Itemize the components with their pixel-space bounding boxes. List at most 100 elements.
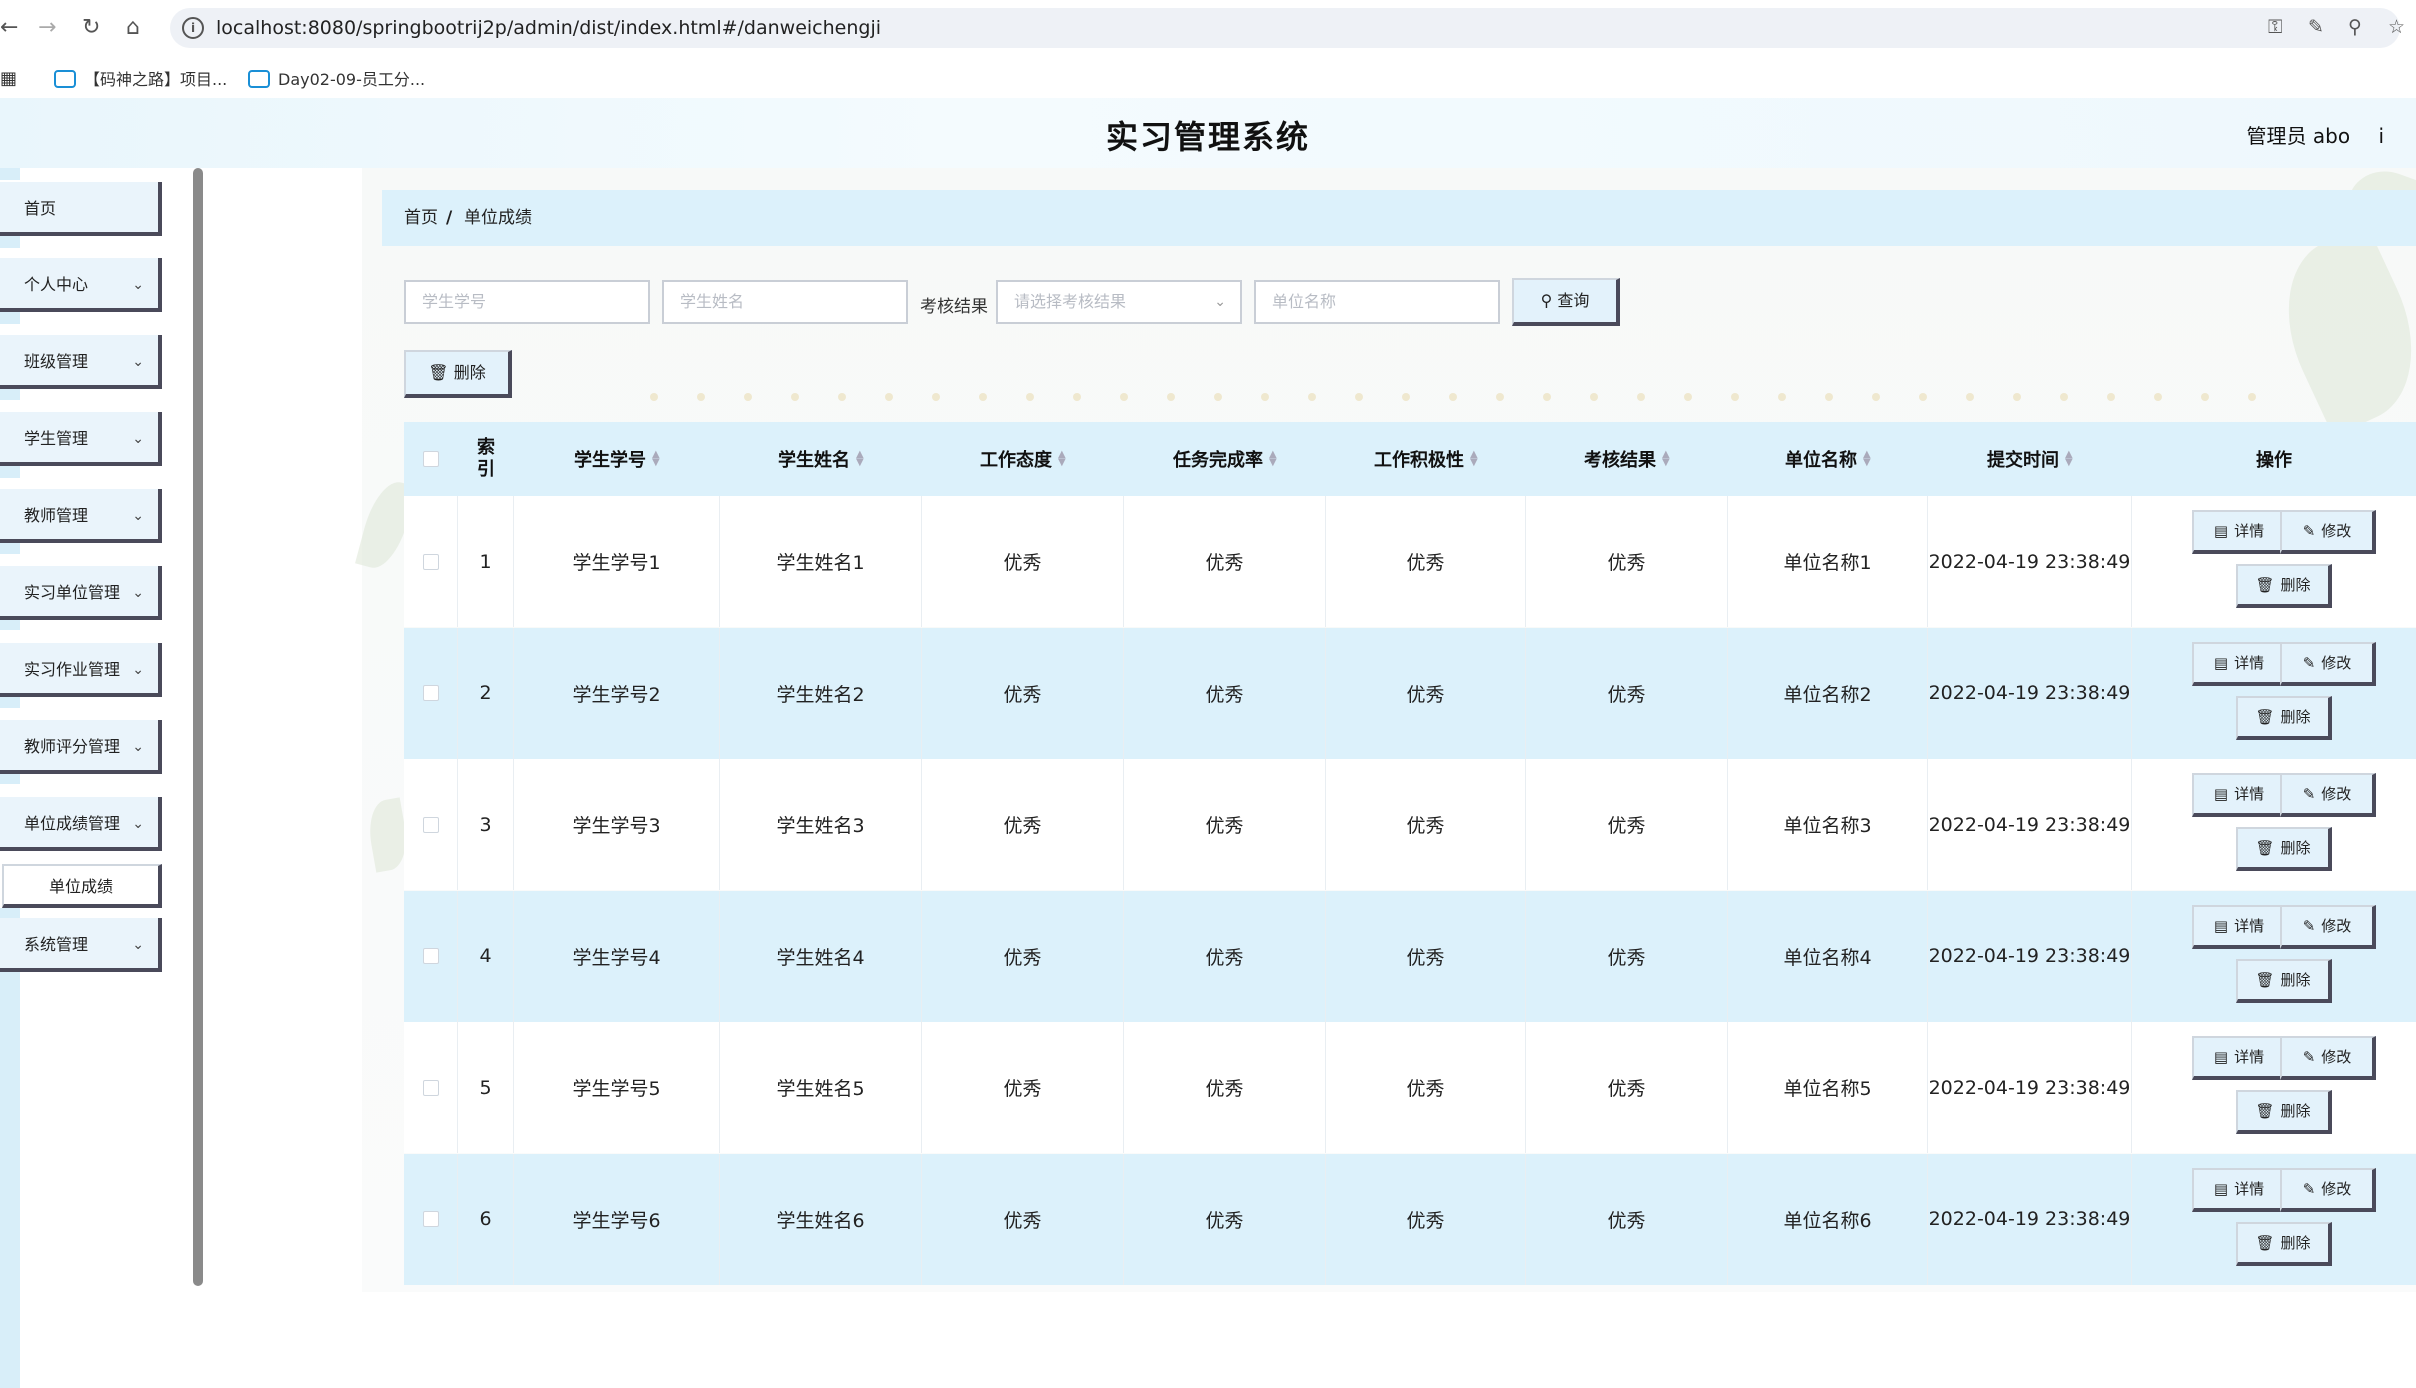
edit-button[interactable]: ✎ 修改 (2280, 1036, 2376, 1080)
sort-icon[interactable]: ▲ ▼ (1269, 450, 1277, 468)
sidebar-item-personal-center[interactable]: 个人中心 ⌄ (0, 258, 162, 312)
table-row: 1 学生学号1 学生姓名1 优秀 优秀 优秀 优秀 单位名称1 2022-04-19 23:38… (404, 496, 2416, 627)
row-checkbox[interactable] (422, 685, 439, 701)
student-no-input[interactable]: 学生学号 (404, 280, 650, 324)
trash-icon: 🗑 (2255, 1102, 2275, 1120)
sidebar-item-class-management[interactable]: 班级管理 ⌄ (0, 335, 162, 389)
breadcrumb-home[interactable]: 首页 (404, 190, 438, 246)
cell-initiative: 优秀 (1326, 1153, 1526, 1285)
col-student-name[interactable]: 学生姓名 ▲ ▼ (720, 422, 922, 496)
student-name-input[interactable]: 学生姓名 (662, 280, 908, 324)
url-field[interactable]: i localhost:8080/springbootrij2p/admin/d… (170, 8, 2400, 48)
edit-button[interactable]: ✎ 修改 (2280, 510, 2376, 554)
document-icon: ▤ (2213, 916, 2229, 935)
row-checkbox[interactable] (422, 948, 439, 964)
table-row: 4 学生学号4 学生姓名4 优秀 优秀 优秀 优秀 单位名称4 2022-04-19 23:38… (404, 890, 2416, 1022)
sort-icon[interactable]: ▲ ▼ (652, 450, 660, 468)
sort-icon[interactable]: ▲ ▼ (1863, 450, 1871, 468)
detail-button[interactable]: ▤ 详情 (2192, 773, 2288, 817)
cell-time: 2022-04-19 23:38:49 (1928, 759, 2132, 890)
row-checkbox[interactable] (422, 553, 439, 570)
logout-link[interactable]: i (2378, 124, 2384, 148)
col-student-no[interactable]: 学生学号 ▲ ▼ (514, 422, 720, 496)
cell-student-name: 学生姓名1 (720, 496, 922, 627)
detail-button[interactable]: ▤ 详情 (2192, 904, 2288, 949)
unit-name-input[interactable]: 单位名称 (1254, 280, 1500, 324)
delete-button[interactable]: 🗑 删除 (2236, 1221, 2332, 1266)
col-attitude[interactable]: 工作态度 ▲ ▼ (922, 422, 1124, 496)
bilibili-icon (54, 70, 76, 88)
chevron-down-icon: ⌄ (132, 816, 144, 832)
row-checkbox[interactable] (422, 816, 439, 833)
edit-button[interactable]: ✎ 修改 (2280, 904, 2376, 949)
sort-icon[interactable]: ▲ ▼ (1662, 450, 1670, 468)
query-button[interactable]: ⚲ 查询 (1512, 278, 1620, 326)
delete-button[interactable]: 🗑 删除 (2236, 827, 2332, 871)
translate-icon[interactable]: ✎ (2308, 16, 2324, 38)
sidebar-subitem-unit-score[interactable]: 单位成绩 (2, 864, 162, 908)
cell-student-name: 学生姓名4 (720, 890, 922, 1022)
cell-index: 5 (458, 1022, 514, 1153)
home-icon[interactable]: ⌂ (126, 14, 140, 42)
bookmark-star-icon[interactable]: ☆ (2388, 16, 2405, 38)
cell-student-name: 学生姓名2 (720, 627, 922, 759)
col-result[interactable]: 考核结果 ▲ ▼ (1526, 422, 1728, 496)
delete-button[interactable]: 🗑 删除 (2236, 695, 2332, 740)
cell-student-name: 学生姓名3 (720, 759, 922, 890)
sidebar-item-homework-management[interactable]: 实习作业管理 ⌄ (0, 643, 162, 697)
back-icon[interactable]: ← (0, 14, 18, 42)
detail-button[interactable]: ▤ 详情 (2192, 1036, 2288, 1080)
sidebar-item-home[interactable]: 首页 (0, 182, 162, 236)
sidebar-item-teacher-management[interactable]: 教师管理 ⌄ (0, 489, 162, 543)
delete-button[interactable]: 🗑 删除 (2236, 1090, 2332, 1134)
trash-icon: 🗑 (2255, 970, 2275, 989)
col-initiative[interactable]: 工作积极性 ▲ ▼ (1326, 422, 1526, 496)
sidebar-scrollbar[interactable] (193, 168, 203, 1286)
detail-button[interactable]: ▤ 详情 (2192, 1167, 2288, 1212)
cell-attitude: 优秀 (922, 496, 1124, 627)
delete-button[interactable]: 🗑 删除 (2236, 564, 2332, 608)
col-time[interactable]: 提交时间 ▲ ▼ (1928, 422, 2132, 496)
edit-button[interactable]: ✎ 修改 (2280, 641, 2376, 686)
sort-icon[interactable]: ▲ ▼ (856, 450, 864, 468)
cell-result: 优秀 (1526, 759, 1728, 890)
sort-icon[interactable]: ▲ ▼ (2065, 450, 2073, 468)
bookmark-item[interactable]: Day02-09-员工分... (248, 66, 425, 90)
sidebar-item-unit-score-management[interactable]: 单位成绩管理 ⌄ (0, 797, 162, 851)
edit-icon: ✎ (2302, 653, 2316, 672)
row-checkbox[interactable] (422, 1211, 439, 1227)
apps-grid-icon[interactable]: ▦ (0, 68, 17, 89)
forward-icon[interactable]: → (38, 14, 56, 42)
table-row: 5 学生学号5 学生姓名5 优秀 优秀 优秀 优秀 单位名称5 2022-04-19 23:38… (404, 1022, 2416, 1153)
site-info-icon[interactable]: i (182, 17, 204, 39)
result-select[interactable]: 请选择考核结果 ⌄ (996, 280, 1242, 324)
detail-button[interactable]: ▤ 详情 (2192, 641, 2288, 686)
document-icon: ▤ (2213, 522, 2229, 540)
zoom-icon[interactable]: ⚲ (2348, 16, 2362, 38)
sidebar-item-system-management[interactable]: 系统管理 ⌄ (0, 918, 162, 972)
sidebar-item-teacher-score[interactable]: 教师评分管理 ⌄ (0, 720, 162, 774)
detail-button[interactable]: ▤ 详情 (2192, 510, 2288, 554)
sort-icon[interactable]: ▲ ▼ (1470, 450, 1478, 468)
batch-delete-button[interactable]: 🗑 删除 (404, 350, 512, 398)
reload-icon[interactable]: ↻ (82, 14, 100, 42)
cell-student-no: 学生学号6 (514, 1153, 720, 1285)
sidebar-item-student-management[interactable]: 学生管理 ⌄ (0, 412, 162, 466)
col-completion[interactable]: 任务完成率 ▲ ▼ (1124, 422, 1326, 496)
app-header: 实习管理系统 管理员 abo i (0, 98, 2416, 168)
edit-icon: ✎ (2302, 1048, 2316, 1066)
bookmark-item[interactable]: 【码神之路】项目... (54, 66, 227, 90)
sort-icon[interactable]: ▲ ▼ (1058, 450, 1066, 468)
edit-button[interactable]: ✎ 修改 (2280, 1167, 2376, 1212)
col-unit[interactable]: 单位名称 ▲ ▼ (1728, 422, 1928, 496)
password-key-icon[interactable]: ⚿ (2268, 16, 2282, 38)
cell-time: 2022-04-19 23:38:49 (1928, 1153, 2132, 1285)
edit-button[interactable]: ✎ 修改 (2280, 773, 2376, 817)
sidebar-strip (0, 908, 20, 1388)
row-checkbox-cell (404, 627, 458, 759)
row-checkbox[interactable] (422, 1079, 439, 1096)
select-all-checkbox[interactable] (423, 451, 439, 467)
delete-button[interactable]: 🗑 删除 (2236, 958, 2332, 1003)
table-row: 2 学生学号2 学生姓名2 优秀 优秀 优秀 优秀 单位名称2 2022-04-19 23:38… (404, 627, 2416, 759)
sidebar-item-unit-management[interactable]: 实习单位管理 ⌄ (0, 566, 162, 620)
